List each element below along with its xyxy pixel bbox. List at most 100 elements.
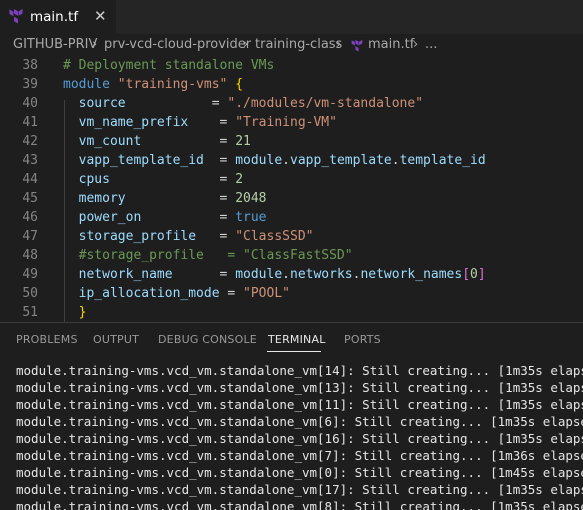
code-token: [ — [462, 267, 471, 282]
code-token: = — [141, 134, 236, 149]
terminal-line: module.training-vms.vcd_vm.standalone_vm… — [16, 499, 583, 510]
terraform-icon — [351, 39, 363, 52]
code-token: . — [391, 153, 400, 168]
code-text: memory = 2048 — [63, 189, 267, 208]
line-number: 48 — [22, 248, 38, 263]
breadcrumb-item-repo[interactable]: prv-vcd-cloud-provider — [104, 34, 251, 56]
code-token: = — [188, 115, 236, 130]
code-line[interactable]: 46 power_on = true — [0, 208, 583, 227]
chevron-right-icon: › — [413, 37, 419, 52]
terminal-line: module.training-vms.vcd_vm.standalone_vm… — [16, 431, 583, 446]
code-token: power_on — [63, 210, 142, 225]
code-line[interactable]: 51 } — [0, 303, 583, 322]
code-line[interactable]: 49 network_name = module.networks.networ… — [0, 265, 583, 284]
code-text: power_on = true — [63, 208, 267, 227]
chevron-right-icon: › — [92, 37, 98, 52]
code-token: = — [125, 191, 236, 206]
code-token: = — [125, 96, 228, 111]
code-line[interactable]: 39 module "training-vms" { — [0, 75, 583, 94]
editor-tab-bar: main.tf ✕ — [0, 0, 583, 34]
code-token: } — [78, 305, 87, 320]
code-line[interactable]: 41 vm_name_prefix = "Training-VM" — [0, 113, 583, 132]
code-token: network_name — [63, 267, 173, 282]
terminal-line: module.training-vms.vcd_vm.standalone_vm… — [16, 363, 583, 378]
line-number: 51 — [22, 305, 38, 320]
code-text: source = "./modules/vm-standalone" — [63, 94, 423, 113]
tab-debug-console[interactable]: DEBUG CONSOLE — [158, 333, 257, 347]
code-text: } — [63, 303, 87, 322]
code-token: template_id — [399, 153, 486, 168]
code-token: vm_count — [63, 134, 142, 149]
code-text: storage_profile = "ClassSSD" — [63, 227, 314, 246]
code-token: true — [235, 210, 267, 225]
code-token: "Training-VM" — [235, 115, 337, 130]
code-token: = — [109, 172, 236, 187]
code-token: module — [63, 77, 118, 92]
breadcrumb-item-file[interactable]: main.tf — [368, 34, 414, 56]
breadcrumb-item-github-priv[interactable]: GITHUB-PRIV — [13, 34, 97, 56]
code-token: memory — [63, 191, 126, 206]
line-number: 40 — [22, 96, 38, 111]
code-line[interactable]: 45 memory = 2048 — [0, 189, 583, 208]
code-text: module "training-vms" { — [63, 75, 243, 94]
line-number: 44 — [22, 172, 38, 187]
line-number: 39 — [22, 77, 38, 92]
code-token: vapp_template — [290, 153, 392, 168]
tab-terminal[interactable]: TERMINAL — [268, 333, 326, 347]
line-number: 38 — [22, 58, 38, 73]
terminal-line: module.training-vms.vcd_vm.standalone_vm… — [16, 380, 583, 395]
code-line[interactable]: 38 # Deployment standalone VMs — [0, 56, 583, 75]
chevron-right-icon: › — [336, 37, 342, 52]
code-token: = — [219, 286, 244, 301]
code-text: # Deployment standalone VMs — [63, 56, 274, 75]
code-token: cpus — [63, 172, 110, 187]
code-line[interactable]: 44 cpus = 2 — [0, 170, 583, 189]
code-token: = — [196, 229, 236, 244]
active-tab-indicator — [267, 351, 321, 352]
code-token: "ClassSSD" — [235, 229, 314, 244]
code-token: . — [282, 267, 290, 282]
breadcrumb: GITHUB-PRIV › prv-vcd-cloud-provider › t… — [0, 34, 583, 56]
code-token: storage_profile — [63, 229, 197, 244]
line-number: 47 — [22, 229, 38, 244]
code-token: 2 — [235, 172, 244, 187]
terminal-line: module.training-vms.vcd_vm.standalone_vm… — [16, 448, 583, 463]
code-line[interactable]: 43 vapp_template_id = module.vapp_templa… — [0, 151, 583, 170]
code-line[interactable]: 47 storage_profile = "ClassSSD" — [0, 227, 583, 246]
terminal-line: module.training-vms.vcd_vm.standalone_vm… — [16, 397, 583, 412]
code-token: network_names — [360, 267, 463, 282]
code-line[interactable]: 40 source = "./modules/vm-standalone" — [0, 94, 583, 113]
code-token: module — [235, 153, 283, 168]
code-line[interactable]: 42 vm_count = 21 — [0, 132, 583, 151]
line-number: 41 — [22, 115, 38, 130]
breadcrumb-item-symbol[interactable]: ... — [425, 34, 437, 56]
code-token: # Deployment standalone VMs — [63, 58, 275, 73]
chevron-right-icon: › — [243, 37, 249, 52]
terminal-line: module.training-vms.vcd_vm.standalone_vm… — [16, 482, 583, 497]
code-token: "training-vms" — [117, 77, 228, 92]
terminal-output[interactable]: module.training-vms.vcd_vm.standalone_vm… — [0, 355, 583, 510]
tab-output[interactable]: OUTPUT — [93, 333, 139, 347]
code-text: #storage_profile = "ClassFastSSD" — [63, 246, 353, 265]
code-line[interactable]: 50 ip_allocation_mode = "POOL" — [0, 284, 583, 303]
code-text: vm_name_prefix = "Training-VM" — [63, 113, 337, 132]
code-token: ] — [477, 267, 486, 282]
code-text: vm_count = 21 — [63, 132, 251, 151]
code-token: = — [203, 153, 236, 168]
code-text: vapp_template_id = module.vapp_template.… — [63, 151, 486, 170]
breadcrumb-item-folder[interactable]: training-class — [255, 34, 342, 56]
code-line[interactable]: 48 #storage_profile = "ClassFastSSD" — [0, 246, 583, 265]
code-token: "POOL" — [243, 286, 290, 301]
code-editor[interactable]: 38 # Deployment standalone VMs 39 module "t… — [0, 56, 583, 322]
tab-main-tf[interactable]: main.tf ✕ — [0, 0, 116, 34]
code-text: network_name = module.networks.network_n… — [63, 265, 486, 284]
code-token: = — [141, 210, 236, 225]
tab-ports[interactable]: PORTS — [344, 333, 381, 347]
line-number: 45 — [22, 191, 38, 206]
close-icon[interactable]: ✕ — [94, 7, 107, 25]
code-token: 2048 — [235, 191, 267, 206]
code-token: 21 — [235, 134, 251, 149]
code-token: = — [172, 267, 236, 282]
tab-problems[interactable]: PROBLEMS — [16, 333, 78, 347]
line-number: 42 — [22, 134, 38, 149]
